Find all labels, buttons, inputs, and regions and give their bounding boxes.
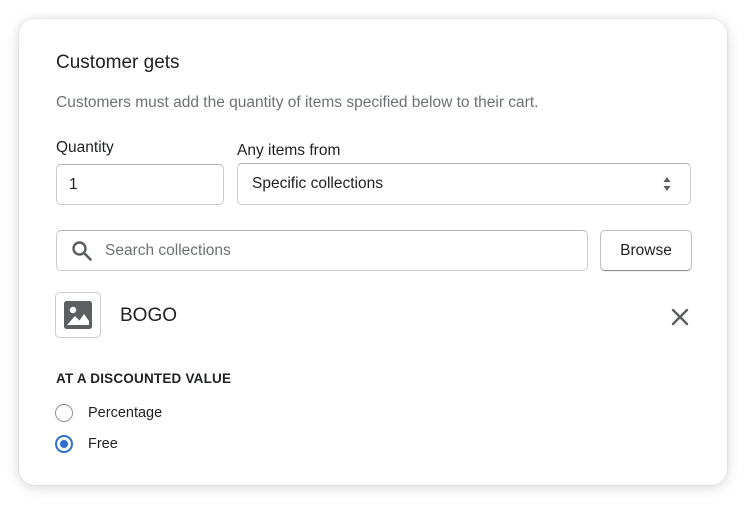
help-text: Customers must add the quantity of items…: [56, 94, 539, 111]
radio-label-free: Free: [88, 436, 118, 452]
search-box: [56, 230, 588, 271]
search-icon: [72, 241, 92, 261]
quantity-label: Quantity: [56, 139, 114, 156]
any-items-from-label: Any items from: [237, 142, 341, 159]
card-title: Customer gets: [56, 52, 180, 73]
free-radio[interactable]: [55, 435, 73, 453]
discount-heading: AT A DISCOUNTED VALUE: [56, 371, 232, 386]
select-arrows-icon: [663, 177, 671, 191]
radio-option-free[interactable]: Free: [55, 433, 118, 455]
radio-label-percentage: Percentage: [88, 405, 163, 421]
search-input[interactable]: [105, 231, 575, 270]
radio-option-percentage[interactable]: Percentage: [55, 402, 162, 424]
percentage-radio[interactable]: [55, 404, 73, 422]
close-icon[interactable]: [667, 304, 693, 330]
select-value: Specific collections: [252, 175, 383, 192]
collection-name: BOGO: [120, 305, 178, 326]
quantity-input[interactable]: [56, 164, 224, 205]
image-icon: [64, 301, 92, 329]
any-items-from-select[interactable]: Specific collections: [237, 163, 691, 205]
collection-thumbnail: [55, 292, 101, 338]
browse-button[interactable]: Browse: [600, 230, 692, 271]
customer-gets-card: Customer gets Customers must add the qua…: [19, 19, 727, 485]
